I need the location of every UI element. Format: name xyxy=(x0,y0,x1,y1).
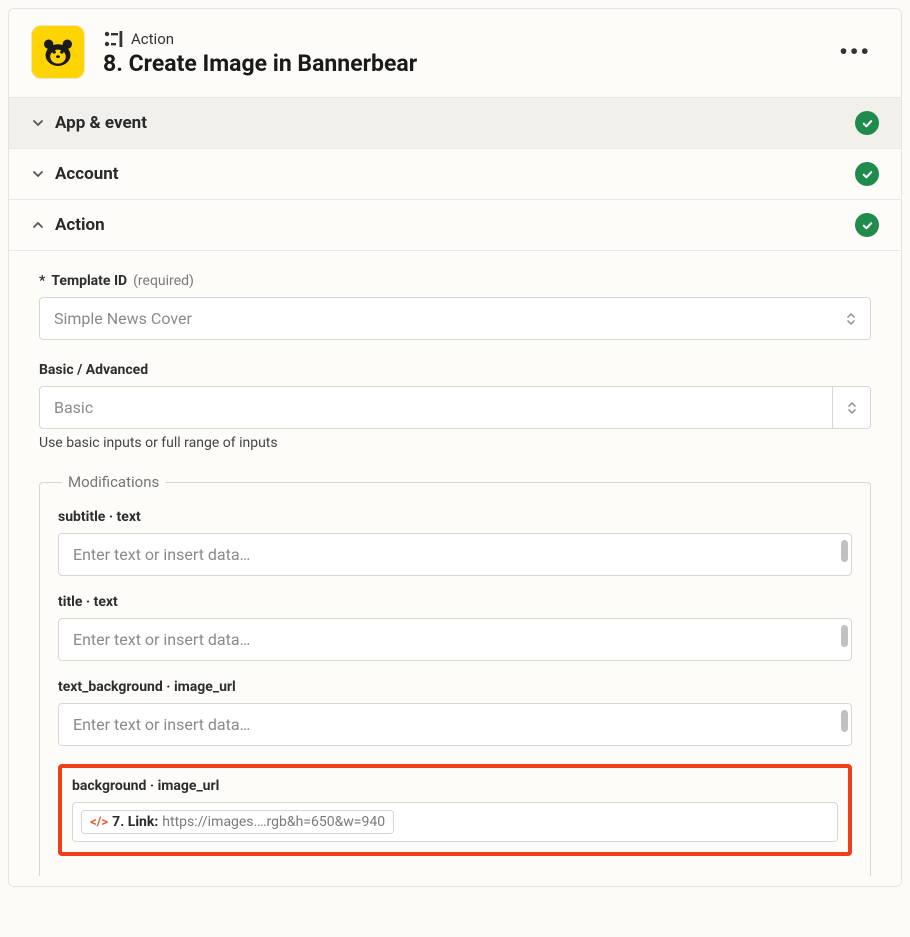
status-complete-badge xyxy=(855,162,879,186)
section-account[interactable]: Account xyxy=(9,148,901,199)
mod-label: text_background · image_url xyxy=(58,679,852,695)
step-header: Action 8. Create Image in Bannerbear ••• xyxy=(9,9,901,97)
pill-label: 7. Link: xyxy=(112,814,158,830)
step-type-label: Action xyxy=(131,30,174,48)
mod-label: title · text xyxy=(58,594,852,610)
section-title: Action xyxy=(55,215,105,235)
mod-label: background · image_url xyxy=(72,778,838,794)
template-id-select[interactable]: Simple News Cover xyxy=(39,297,871,340)
scroll-thumb[interactable] xyxy=(841,710,848,732)
text-background-input[interactable]: Enter text or insert data… xyxy=(58,703,852,746)
pill-value: https://images.…rgb&h=650&w=940 xyxy=(162,814,385,830)
status-complete-badge xyxy=(855,213,879,237)
select-value: Basic xyxy=(40,387,832,428)
scroll-thumb[interactable] xyxy=(841,540,848,562)
input-placeholder: Enter text or insert data… xyxy=(73,630,250,649)
field-label-text: Basic / Advanced xyxy=(39,362,148,378)
header-text: Action 8. Create Image in Bannerbear xyxy=(103,28,831,77)
chevron-down-icon xyxy=(31,116,45,130)
code-icon: </> xyxy=(90,815,108,830)
input-placeholder: Enter text or insert data… xyxy=(73,715,250,734)
input-placeholder: Enter text or insert data… xyxy=(73,545,250,564)
step-title[interactable]: 8. Create Image in Bannerbear xyxy=(103,50,831,77)
action-body: * Template ID (required) Simple News Cov… xyxy=(9,250,901,886)
field-background-highlighted: background · image_url </> 7. Link: http… xyxy=(58,764,852,856)
select-caret-icon xyxy=(846,312,856,326)
scroll-thumb[interactable] xyxy=(841,625,848,647)
required-asterisk: * xyxy=(39,273,45,289)
field-label-text: Template ID xyxy=(51,273,127,289)
section-title: App & event xyxy=(55,113,147,133)
data-pill[interactable]: </> 7. Link: https://images.…rgb&h=650&w… xyxy=(81,810,394,834)
field-basic-advanced: Basic / Advanced Basic Use basic inputs … xyxy=(39,362,871,451)
modifications-legend: Modifications xyxy=(62,473,165,491)
basic-advanced-select[interactable]: Basic xyxy=(39,386,871,429)
action-type-icon xyxy=(103,28,125,50)
more-menu-button[interactable]: ••• xyxy=(831,34,879,70)
field-title-text: title · text Enter text or insert data… xyxy=(58,594,852,661)
title-text-input[interactable]: Enter text or insert data… xyxy=(58,618,852,661)
chevron-up-icon xyxy=(31,218,45,232)
bannerbear-app-icon xyxy=(31,25,85,79)
chevron-down-icon xyxy=(31,167,45,181)
select-value: Simple News Cover xyxy=(54,309,192,328)
section-action[interactable]: Action xyxy=(9,199,901,250)
mod-label: subtitle · text xyxy=(58,509,852,525)
action-step-panel: Action 8. Create Image in Bannerbear •••… xyxy=(8,8,902,887)
field-subtitle-text: subtitle · text Enter text or insert dat… xyxy=(58,509,852,576)
select-caret-icon xyxy=(832,387,870,428)
field-text-background: text_background · image_url Enter text o… xyxy=(58,679,852,746)
field-help-text: Use basic inputs or full range of inputs xyxy=(39,435,871,451)
background-input[interactable]: </> 7. Link: https://images.…rgb&h=650&w… xyxy=(72,802,838,842)
section-title: Account xyxy=(55,164,119,184)
subtitle-text-input[interactable]: Enter text or insert data… xyxy=(58,533,852,576)
modifications-fieldset: Modifications subtitle · text Enter text… xyxy=(39,473,871,876)
required-hint: (required) xyxy=(133,273,194,289)
section-app-event[interactable]: App & event xyxy=(9,97,901,148)
field-template-id: * Template ID (required) Simple News Cov… xyxy=(39,273,871,340)
status-complete-badge xyxy=(855,111,879,135)
